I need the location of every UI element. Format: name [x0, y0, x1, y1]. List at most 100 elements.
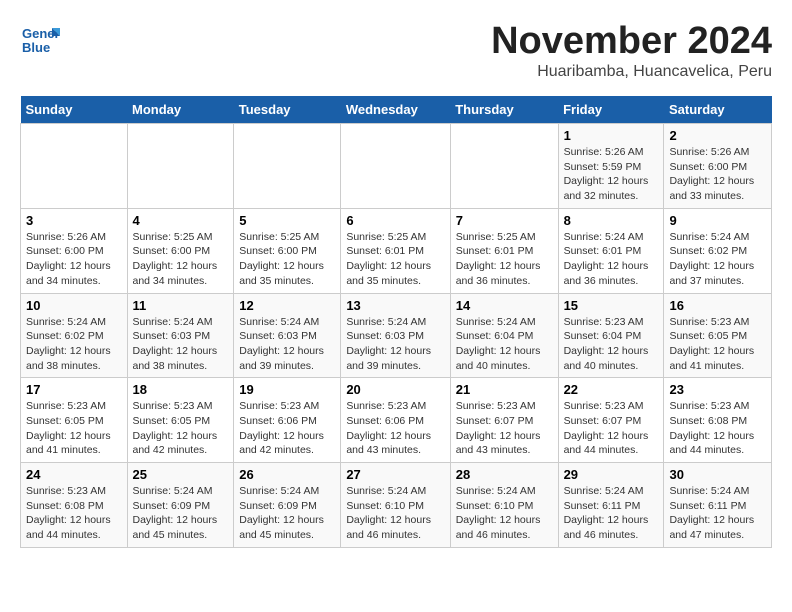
calendar-cell: 22 Sunrise: 5:23 AM Sunset: 6:07 PM Dayli… [558, 378, 664, 463]
day-number: 8 [564, 213, 659, 228]
calendar-cell: 2Sunrise: 5:26 AM Sunset: 6:00 PM Daylig… [664, 124, 772, 209]
calendar-cell: 13 Sunrise: 5:24 AM Sunset: 6:03 PM Dayli… [341, 293, 450, 378]
day-number: 12 [239, 298, 335, 313]
day-number: 26 [239, 467, 335, 482]
weekday-header-row: SundayMondayTuesdayWednesdayThursdayFrid… [21, 96, 772, 124]
day-info: Sunrise: 5:25 AM Sunset: 6:01 PM Dayligh… [456, 230, 553, 289]
day-info: Sunrise: 5:23 AM Sunset: 6:08 PM Dayligh… [669, 399, 766, 458]
calendar-cell: 26 Sunrise: 5:24 AM Sunset: 6:09 PM Dayli… [234, 463, 341, 548]
calendar-week-row: 17Sunrise: 5:23 AM Sunset: 6:05 PM Dayli… [21, 378, 772, 463]
day-info: Sunrise: 5:23 AM Sunset: 6:07 PM Dayligh… [456, 399, 553, 458]
weekday-header-friday: Friday [558, 96, 664, 124]
day-number: 15 [564, 298, 659, 313]
calendar-cell: 23 Sunrise: 5:23 AM Sunset: 6:08 PM Dayli… [664, 378, 772, 463]
calendar-cell: 9 Sunrise: 5:24 AM Sunset: 6:02 PM Daylig… [664, 208, 772, 293]
weekday-header-thursday: Thursday [450, 96, 558, 124]
day-number: 22 [564, 382, 659, 397]
calendar-week-row: 1Sunrise: 5:26 AM Sunset: 5:59 PM Daylig… [21, 124, 772, 209]
day-info: Sunrise: 5:23 AM Sunset: 6:05 PM Dayligh… [669, 315, 766, 374]
calendar-cell: 15 Sunrise: 5:23 AM Sunset: 6:04 PM Dayli… [558, 293, 664, 378]
day-info: Sunrise: 5:24 AM Sunset: 6:10 PM Dayligh… [456, 484, 553, 543]
calendar-cell: 18Sunrise: 5:23 AM Sunset: 6:05 PM Dayli… [127, 378, 234, 463]
day-info: Sunrise: 5:24 AM Sunset: 6:11 PM Dayligh… [564, 484, 659, 543]
day-number: 4 [133, 213, 229, 228]
weekday-header-wednesday: Wednesday [341, 96, 450, 124]
day-info: Sunrise: 5:23 AM Sunset: 6:06 PM Dayligh… [239, 399, 335, 458]
day-number: 29 [564, 467, 659, 482]
day-number: 11 [133, 298, 229, 313]
day-info: Sunrise: 5:24 AM Sunset: 6:03 PM Dayligh… [133, 315, 229, 374]
day-number: 30 [669, 467, 766, 482]
calendar-cell: 21Sunrise: 5:23 AM Sunset: 6:07 PM Dayli… [450, 378, 558, 463]
day-info: Sunrise: 5:24 AM Sunset: 6:09 PM Dayligh… [239, 484, 335, 543]
calendar-cell: 16 Sunrise: 5:23 AM Sunset: 6:05 PM Dayli… [664, 293, 772, 378]
calendar-week-row: 10Sunrise: 5:24 AM Sunset: 6:02 PM Dayli… [21, 293, 772, 378]
day-number: 27 [346, 467, 444, 482]
calendar-cell: 25Sunrise: 5:24 AM Sunset: 6:09 PM Dayli… [127, 463, 234, 548]
calendar-cell: 28 Sunrise: 5:24 AM Sunset: 6:10 PM Dayli… [450, 463, 558, 548]
calendar-week-row: 24Sunrise: 5:23 AM Sunset: 6:08 PM Dayli… [21, 463, 772, 548]
calendar-cell: 24Sunrise: 5:23 AM Sunset: 6:08 PM Dayli… [21, 463, 128, 548]
weekday-header-monday: Monday [127, 96, 234, 124]
calendar-cell: 7 Sunrise: 5:25 AM Sunset: 6:01 PM Daylig… [450, 208, 558, 293]
day-info: Sunrise: 5:24 AM Sunset: 6:02 PM Dayligh… [26, 315, 122, 374]
weekday-header-saturday: Saturday [664, 96, 772, 124]
calendar-cell [341, 124, 450, 209]
calendar-cell: 14Sunrise: 5:24 AM Sunset: 6:04 PM Dayli… [450, 293, 558, 378]
day-number: 7 [456, 213, 553, 228]
day-info: Sunrise: 5:24 AM Sunset: 6:04 PM Dayligh… [456, 315, 553, 374]
day-number: 2 [669, 128, 766, 143]
calendar-cell: 17Sunrise: 5:23 AM Sunset: 6:05 PM Dayli… [21, 378, 128, 463]
day-number: 5 [239, 213, 335, 228]
month-title: November 2024 [491, 20, 772, 63]
calendar-cell [21, 124, 128, 209]
title-section: November 2024 Huaribamba, Huancavelica, … [491, 20, 772, 81]
day-number: 9 [669, 213, 766, 228]
day-info: Sunrise: 5:24 AM Sunset: 6:11 PM Dayligh… [669, 484, 766, 543]
day-number: 13 [346, 298, 444, 313]
day-number: 24 [26, 467, 122, 482]
day-number: 6 [346, 213, 444, 228]
location-subtitle: Huaribamba, Huancavelica, Peru [491, 63, 772, 81]
calendar-cell: 10Sunrise: 5:24 AM Sunset: 6:02 PM Dayli… [21, 293, 128, 378]
page-header: General Blue November 2024 Huaribamba, H… [20, 20, 772, 81]
logo-icon: General Blue [20, 20, 60, 60]
day-info: Sunrise: 5:23 AM Sunset: 6:04 PM Dayligh… [564, 315, 659, 374]
day-info: Sunrise: 5:23 AM Sunset: 6:07 PM Dayligh… [564, 399, 659, 458]
calendar-cell [127, 124, 234, 209]
day-info: Sunrise: 5:24 AM Sunset: 6:03 PM Dayligh… [346, 315, 444, 374]
day-number: 25 [133, 467, 229, 482]
calendar-cell [450, 124, 558, 209]
day-number: 3 [26, 213, 122, 228]
calendar-cell: 19Sunrise: 5:23 AM Sunset: 6:06 PM Dayli… [234, 378, 341, 463]
day-info: Sunrise: 5:23 AM Sunset: 6:06 PM Dayligh… [346, 399, 444, 458]
day-number: 20 [346, 382, 444, 397]
weekday-header-tuesday: Tuesday [234, 96, 341, 124]
calendar-cell: 6 Sunrise: 5:25 AM Sunset: 6:01 PM Daylig… [341, 208, 450, 293]
svg-text:Blue: Blue [22, 40, 50, 55]
calendar-table: SundayMondayTuesdayWednesdayThursdayFrid… [20, 96, 772, 548]
day-number: 28 [456, 467, 553, 482]
calendar-cell: 5 Sunrise: 5:25 AM Sunset: 6:00 PM Daylig… [234, 208, 341, 293]
day-info: Sunrise: 5:25 AM Sunset: 6:01 PM Dayligh… [346, 230, 444, 289]
calendar-cell: 12Sunrise: 5:24 AM Sunset: 6:03 PM Dayli… [234, 293, 341, 378]
day-number: 18 [133, 382, 229, 397]
day-info: Sunrise: 5:24 AM Sunset: 6:01 PM Dayligh… [564, 230, 659, 289]
calendar-cell: 8 Sunrise: 5:24 AM Sunset: 6:01 PM Daylig… [558, 208, 664, 293]
calendar-cell [234, 124, 341, 209]
day-info: Sunrise: 5:26 AM Sunset: 6:00 PM Dayligh… [26, 230, 122, 289]
calendar-cell: 27 Sunrise: 5:24 AM Sunset: 6:10 PM Dayli… [341, 463, 450, 548]
day-info: Sunrise: 5:24 AM Sunset: 6:10 PM Dayligh… [346, 484, 444, 543]
calendar-cell: 4 Sunrise: 5:25 AM Sunset: 6:00 PM Daylig… [127, 208, 234, 293]
day-info: Sunrise: 5:25 AM Sunset: 6:00 PM Dayligh… [239, 230, 335, 289]
day-info: Sunrise: 5:24 AM Sunset: 6:02 PM Dayligh… [669, 230, 766, 289]
day-info: Sunrise: 5:25 AM Sunset: 6:00 PM Dayligh… [133, 230, 229, 289]
calendar-cell: 3 Sunrise: 5:26 AM Sunset: 6:00 PM Daylig… [21, 208, 128, 293]
calendar-week-row: 3 Sunrise: 5:26 AM Sunset: 6:00 PM Daylig… [21, 208, 772, 293]
day-number: 23 [669, 382, 766, 397]
calendar-cell: 29 Sunrise: 5:24 AM Sunset: 6:11 PM Dayli… [558, 463, 664, 548]
day-number: 17 [26, 382, 122, 397]
day-number: 1 [564, 128, 659, 143]
day-number: 16 [669, 298, 766, 313]
calendar-cell: 1Sunrise: 5:26 AM Sunset: 5:59 PM Daylig… [558, 124, 664, 209]
